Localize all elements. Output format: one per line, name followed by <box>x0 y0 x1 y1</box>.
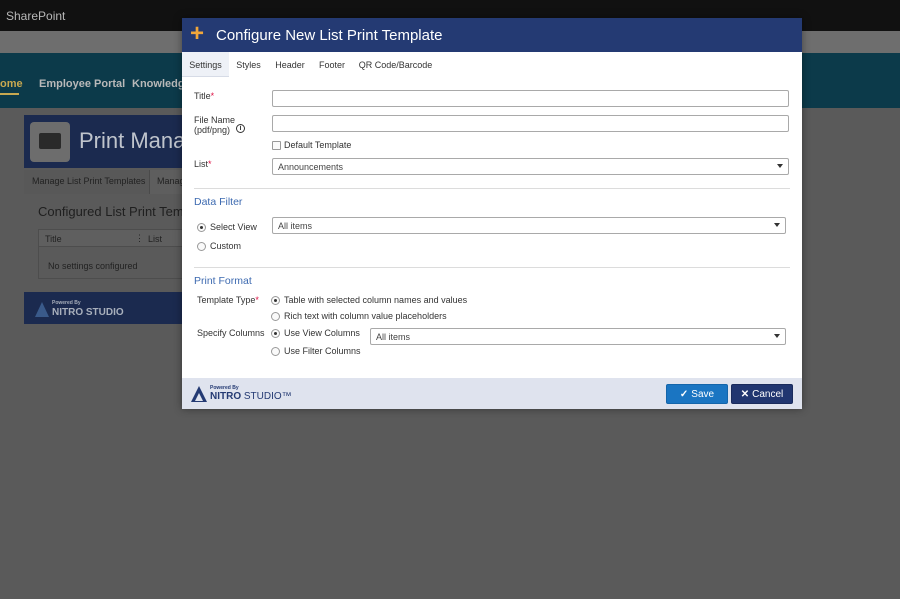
background-subtabs: Manage List Print Templates Manag <box>24 170 184 194</box>
save-button[interactable]: ✓ Save <box>666 384 728 404</box>
studio-text: STUDIO™ <box>241 391 292 402</box>
default-template-checkbox[interactable] <box>272 141 281 150</box>
printer-icon <box>30 122 70 162</box>
tab-qr-code-barcode[interactable]: QR Code/Barcode <box>354 52 437 77</box>
template-type-label: Template Type* <box>197 295 259 305</box>
background-powered-by: Powered By NITRO STUDIO <box>24 292 184 324</box>
nav-active-underline <box>0 93 19 95</box>
close-icon: ✕ <box>740 389 750 400</box>
print-manager-header: Print Mana <box>24 115 186 168</box>
nav-item-employee-portal[interactable]: Employee Portal <box>39 78 125 90</box>
rich-text-template-radio[interactable] <box>271 312 280 321</box>
rich-text-template-label: Rich text with column value placeholders <box>284 311 447 321</box>
columns-view-select-value: All items <box>376 332 411 342</box>
nitro-text: NITRO <box>210 391 242 402</box>
column-list[interactable]: List <box>148 234 162 244</box>
title-label: Title* <box>194 91 215 101</box>
plus-icon: + <box>190 20 205 47</box>
configured-templates-heading: Configured List Print Tem <box>38 204 184 219</box>
cancel-button[interactable]: ✕ Cancel <box>731 384 793 404</box>
specify-columns-label: Specify Columns <box>197 328 265 338</box>
tab-settings[interactable]: Settings <box>182 52 229 77</box>
custom-label: Custom <box>210 241 242 251</box>
list-select[interactable]: Announcements <box>272 158 789 175</box>
use-view-columns-label: Use View Columns <box>284 328 360 338</box>
configure-template-dialog: + Configure New List Print Template Sett… <box>182 18 802 409</box>
divider <box>194 188 790 189</box>
table-header: Title ⋮ List <box>39 230 183 247</box>
subtab-manage[interactable]: Manag <box>149 170 184 194</box>
view-select-value: All items <box>278 221 313 231</box>
dialog-header: + Configure New List Print Template <box>182 18 802 52</box>
chevron-down-icon <box>774 334 780 338</box>
checkmark-icon: ✓ <box>679 389 689 400</box>
custom-radio[interactable] <box>197 242 206 251</box>
tab-footer[interactable]: Footer <box>313 52 351 77</box>
nitro-logo-icon <box>35 302 49 317</box>
view-select[interactable]: All items <box>272 217 786 234</box>
tab-styles[interactable]: Styles <box>230 52 267 77</box>
use-view-columns-radio[interactable] <box>271 329 280 338</box>
title-input[interactable] <box>272 90 789 107</box>
divider <box>194 267 790 268</box>
info-icon[interactable]: i <box>236 124 245 133</box>
select-view-radio[interactable] <box>197 223 206 232</box>
table-template-radio[interactable] <box>271 296 280 305</box>
save-label: Save <box>691 389 715 400</box>
list-select-value: Announcements <box>278 162 344 172</box>
cancel-label: Cancel <box>752 389 784 400</box>
nitro-studio-text: NITRO STUDIO <box>52 307 124 318</box>
data-filter-heading: Data Filter <box>194 196 243 208</box>
subtab-manage-list-print-templates[interactable]: Manage List Print Templates <box>32 176 145 186</box>
tab-header[interactable]: Header <box>270 52 310 77</box>
file-name-label: File Name <box>194 115 236 125</box>
empty-message: No settings configured <box>48 261 138 271</box>
use-filter-columns-label: Use Filter Columns <box>284 346 361 356</box>
nav-item-home[interactable]: ome <box>0 78 23 90</box>
use-filter-columns-radio[interactable] <box>271 347 280 356</box>
template-type-label-text: Template Type <box>197 295 256 305</box>
select-view-label: Select View <box>210 222 257 232</box>
dialog-footer: Powered By NITRO STUDIO™ ✓ Save ✕ Cancel <box>182 378 802 409</box>
column-title[interactable]: Title <box>45 234 62 244</box>
column-menu-icon[interactable]: ⋮ <box>135 233 144 244</box>
chevron-down-icon <box>774 223 780 227</box>
list-label: List* <box>194 159 212 169</box>
dialog-title: Configure New List Print Template <box>216 27 443 44</box>
title-label-text: Title <box>194 91 211 101</box>
file-name-input[interactable] <box>272 115 789 132</box>
page-title: Print Mana <box>79 128 186 153</box>
table-template-label: Table with selected column names and val… <box>284 295 468 305</box>
sharepoint-brand[interactable]: SharePoint <box>6 9 65 23</box>
dialog-tabs: Settings Styles Header Footer QR Code/Ba… <box>182 52 802 77</box>
chevron-down-icon <box>777 164 783 168</box>
powered-by-text: Powered By <box>52 300 81 306</box>
print-format-heading: Print Format <box>194 275 252 287</box>
default-template-label: Default Template <box>284 140 352 150</box>
nitro-studio-logo: Powered By NITRO STUDIO™ <box>191 385 292 405</box>
list-label-text: List <box>194 159 209 169</box>
file-name-format-label: (pdf/png) <box>194 125 231 135</box>
nitro-studio-text: NITRO STUDIO™ <box>210 391 292 402</box>
columns-view-select[interactable]: All items <box>370 328 786 345</box>
templates-table: Title ⋮ List No settings configured <box>38 229 184 279</box>
